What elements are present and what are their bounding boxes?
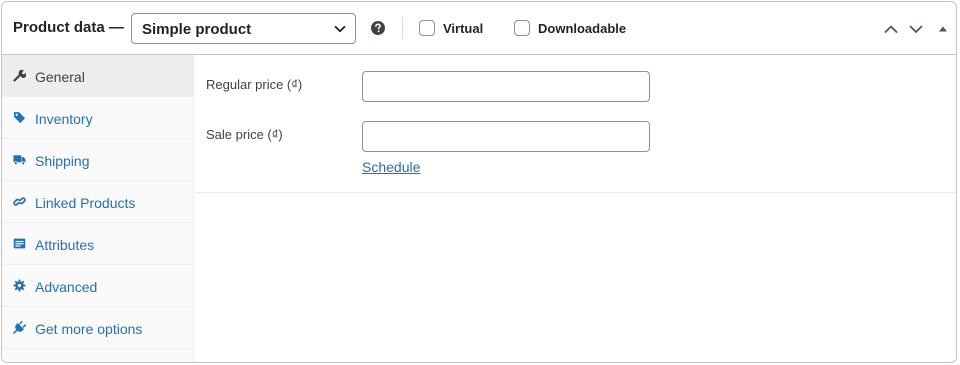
tab-general-label: General: [35, 69, 85, 85]
tab-get-more-options[interactable]: Get more options: [2, 307, 193, 349]
gear-icon: [13, 279, 26, 292]
truck-icon: [13, 155, 26, 166]
general-panel: Regular price (₫) Sale price (₫) Schedul…: [194, 55, 956, 362]
tab-inventory[interactable]: Inventory: [2, 97, 193, 139]
sale-price-input[interactable]: [362, 121, 650, 152]
tab-linked-products-label: Linked Products: [35, 195, 136, 211]
tag-icon: [13, 112, 26, 124]
virtual-checkbox[interactable]: [419, 20, 435, 36]
tab-attributes-label: Attributes: [35, 237, 95, 253]
downloadable-label: Downloadable: [538, 21, 627, 36]
wrench-icon: [13, 69, 26, 82]
link-icon: [13, 197, 26, 206]
panel-header: Product data — Simple product Virtual Do…: [2, 2, 956, 55]
product-data-panel: Product data — Simple product Virtual Do…: [1, 1, 957, 363]
sale-price-label: Sale price (₫): [206, 127, 283, 142]
regular-price-input[interactable]: [362, 71, 650, 102]
regular-price-label: Regular price (₫): [206, 77, 303, 92]
pricing-section: Regular price (₫) Sale price (₫) Schedul…: [194, 55, 956, 193]
panel-title: Product data —: [13, 19, 124, 36]
tab-advanced[interactable]: Advanced: [2, 265, 193, 307]
tab-advanced-label: Advanced: [35, 279, 98, 295]
downloadable-option[interactable]: Downloadable: [514, 20, 632, 38]
triangle-up-icon[interactable]: [937, 21, 949, 37]
product-type-value: Simple product: [142, 21, 252, 38]
downloadable-checkbox[interactable]: [514, 20, 530, 36]
schedule-link[interactable]: Schedule: [362, 159, 420, 175]
tab-shipping[interactable]: Shipping: [2, 139, 193, 181]
chevron-down-icon[interactable]: [908, 21, 924, 37]
product-data-tabs: General Inventory Shipping Linked Produc…: [2, 55, 194, 362]
tab-general[interactable]: General: [2, 55, 193, 97]
chevron-up-icon[interactable]: [883, 21, 899, 37]
tab-linked-products[interactable]: Linked Products: [2, 181, 193, 223]
tab-shipping-label: Shipping: [35, 153, 90, 169]
virtual-option[interactable]: Virtual: [419, 20, 489, 38]
list-icon: [13, 238, 26, 249]
virtual-label: Virtual: [443, 21, 484, 36]
tab-attributes[interactable]: Attributes: [2, 223, 193, 265]
chevron-down-icon: [334, 25, 346, 33]
product-type-select[interactable]: Simple product: [131, 13, 356, 44]
tab-inventory-label: Inventory: [35, 111, 93, 127]
tab-get-more-options-label: Get more options: [35, 321, 143, 337]
header-divider: [402, 17, 403, 39]
plugin-icon: [13, 321, 26, 334]
help-icon[interactable]: [371, 21, 385, 35]
